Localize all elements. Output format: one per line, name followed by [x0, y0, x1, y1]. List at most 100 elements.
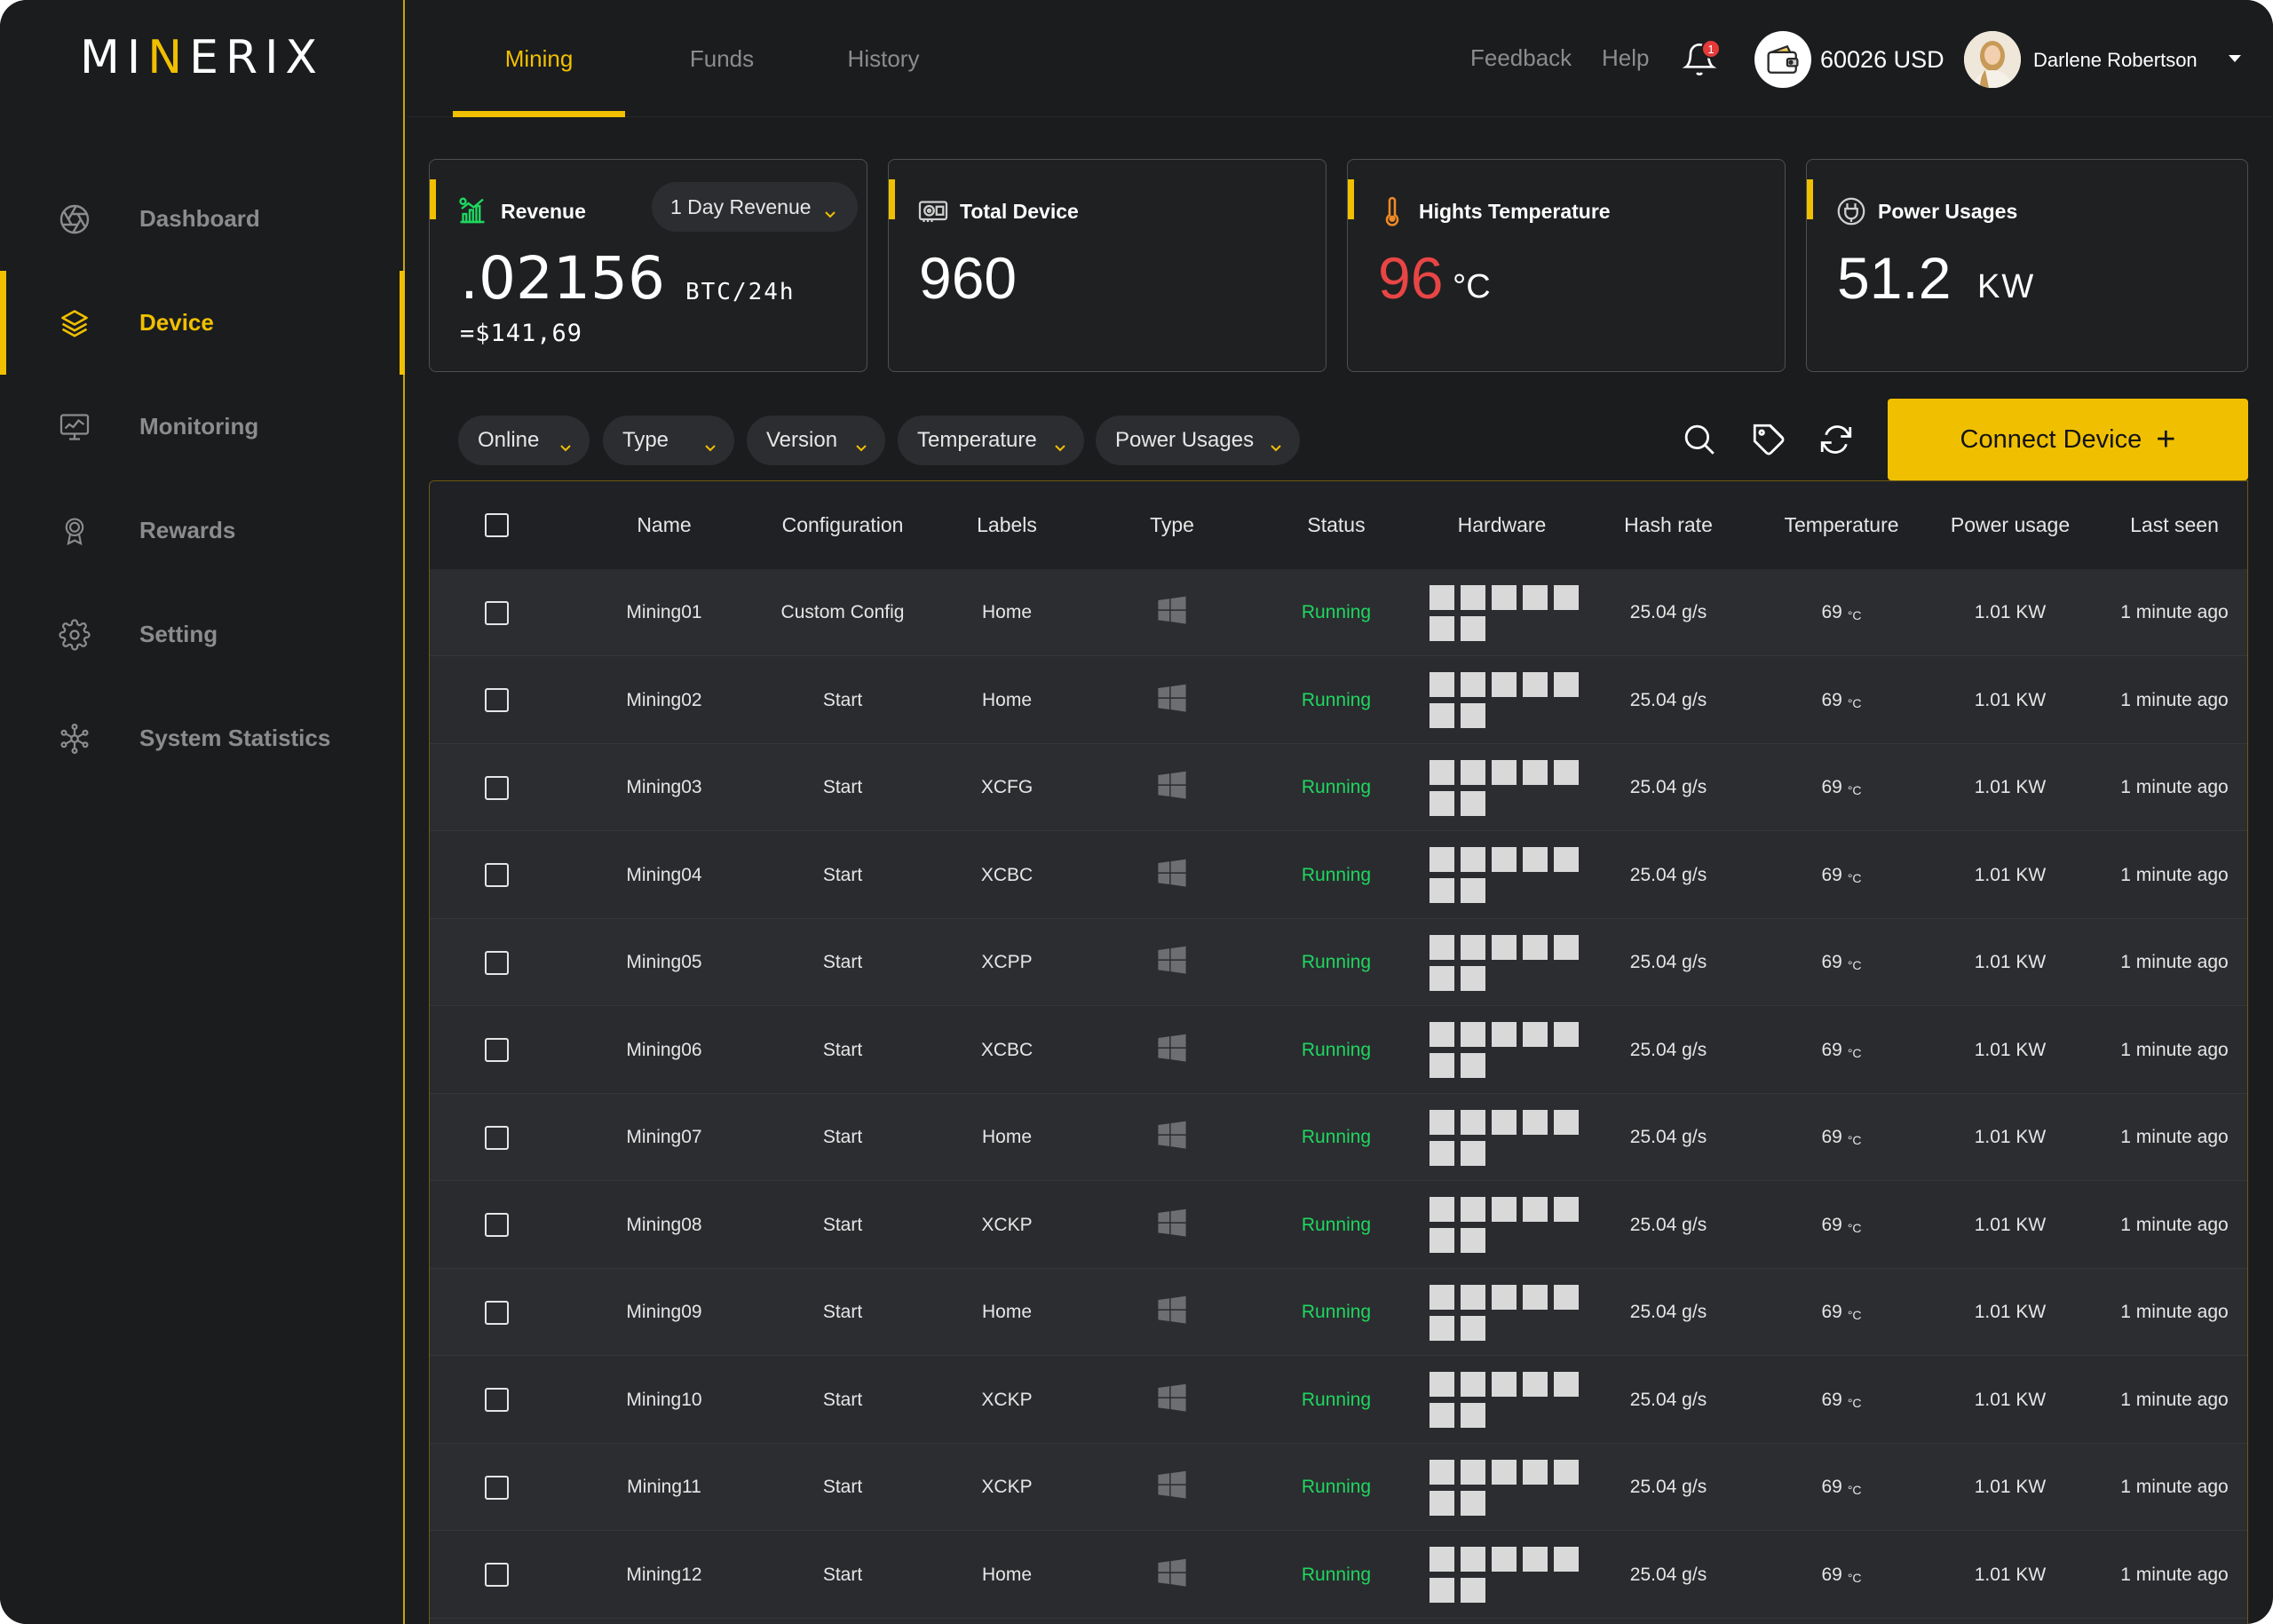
type-cell — [1105, 1094, 1239, 1181]
column-header[interactable]: Hardware — [1415, 481, 1588, 569]
last-cell: 1 minute ago — [2120, 1564, 2229, 1585]
column-header[interactable]: Type — [1105, 481, 1239, 569]
filter-power-usages[interactable]: Power Usages — [1096, 416, 1300, 465]
hardware-slot — [1523, 1109, 1548, 1135]
row-checkbox[interactable] — [484, 1038, 509, 1062]
row-checkbox[interactable] — [484, 950, 509, 975]
dropdown-label: 1 Day Revenue — [670, 194, 812, 218]
config-cell: Start — [822, 1127, 863, 1147]
filter-type[interactable]: Type — [603, 416, 734, 465]
table-row[interactable]: Mining06 Start XCBC Running 25.04 g/s 69 °C 1.0… — [430, 1006, 2247, 1094]
avatar[interactable] — [1964, 31, 2021, 88]
plus-icon: + — [2156, 421, 2176, 458]
temperature-value: 69 — [1821, 952, 1842, 972]
power-cell: 1.01 KW — [1974, 1039, 2047, 1060]
name-cell: Mining08 — [626, 1214, 702, 1235]
revenue-period-dropdown[interactable]: 1 Day Revenue — [652, 182, 858, 232]
table-row[interactable]: Mining11 Start XCKP Running 25.04 g/s 69 °C 1.0… — [430, 1444, 2247, 1531]
hardware-slot — [1461, 847, 1485, 872]
name-cell: Mining01 — [626, 602, 702, 622]
feedback-link[interactable]: Feedback — [1470, 44, 1572, 72]
temperature-unit: °C — [1847, 1133, 1862, 1147]
table-row[interactable]: Mining05 Start XCPP Running 25.04 g/s 69 °C 1.0… — [430, 919, 2247, 1006]
sidebar-item-setting[interactable]: Setting — [0, 582, 405, 686]
status-cell: Running — [1301, 602, 1372, 622]
select-cell — [430, 1444, 563, 1531]
power-cell: 1.01 KW — [1974, 864, 2047, 885]
row-checkbox[interactable] — [484, 1563, 509, 1587]
gpu-device-icon — [917, 195, 949, 227]
sidebar-item-dashboard[interactable]: Dashboard — [0, 167, 405, 271]
label-cell: XCPP — [981, 952, 1033, 972]
row-checkbox[interactable] — [484, 775, 509, 800]
column-header[interactable]: Hash rate — [1593, 481, 1744, 569]
column-header[interactable]: Labels — [940, 481, 1073, 569]
hardware-cell — [1430, 1532, 1589, 1619]
last-cell: 1 minute ago — [2120, 602, 2229, 622]
tab-funds[interactable]: Funds — [636, 0, 808, 117]
name-cell: Mining09 — [626, 1302, 702, 1322]
windows-icon — [1157, 1295, 1187, 1329]
revenue-unit: BTC/24h — [685, 279, 796, 305]
label-cell: XCKP — [981, 1214, 1033, 1235]
temperature-value: 69 — [1821, 1477, 1842, 1497]
notification-badge: 1 — [1701, 39, 1721, 59]
user-name[interactable]: Darlene Robertson — [2033, 49, 2198, 72]
row-checkbox[interactable] — [484, 1213, 509, 1237]
card-accent-bar — [430, 179, 436, 219]
type-cell — [1105, 569, 1239, 656]
connect-device-button[interactable]: Connect Device + — [1888, 399, 2248, 480]
sidebar-item-monitoring[interactable]: Monitoring — [0, 375, 405, 479]
row-checkbox[interactable] — [484, 600, 509, 625]
hardware-slot — [1523, 1197, 1548, 1222]
button-label: Connect Device — [1960, 424, 2142, 454]
wallet-icon[interactable] — [1754, 31, 1811, 88]
row-checkbox[interactable] — [484, 688, 509, 712]
column-header[interactable]: Last seen — [2099, 481, 2247, 569]
tab-mining[interactable]: Mining — [453, 0, 625, 117]
table-row[interactable]: Mining09 Start Home Running 25.04 g/s 69 °C 1.0… — [430, 1269, 2247, 1356]
row-checkbox[interactable] — [484, 1125, 509, 1150]
tab-history[interactable]: History — [797, 0, 970, 117]
sidebar-item-rewards[interactable]: Rewards — [0, 479, 405, 582]
table-row[interactable]: Mining12 Start Home Running 25.04 g/s 69 °C 1.0… — [430, 1531, 2247, 1619]
column-header[interactable]: Temperature — [1753, 481, 1930, 569]
hardware-slot — [1461, 703, 1485, 728]
hash-cell: 25.04 g/s — [1629, 1302, 1707, 1322]
row-checkbox[interactable] — [484, 1388, 509, 1412]
sidebar-item-label: System Statistics — [139, 725, 331, 751]
row-checkbox[interactable] — [484, 1300, 509, 1325]
chevron-down-icon[interactable] — [2229, 55, 2241, 62]
hardware-slots — [1430, 1372, 1579, 1428]
column-header[interactable]: Power usage — [1921, 481, 2099, 569]
hardware-slot — [1461, 1403, 1485, 1428]
table-row[interactable]: Mining08 Start XCKP Running 25.04 g/s 69 °C 1.0… — [430, 1181, 2247, 1269]
sidebar-item-device[interactable]: Device — [0, 271, 405, 375]
refresh-icon[interactable] — [1815, 418, 1857, 461]
temperature-cell: 69 °C — [1753, 1094, 1930, 1181]
table-row[interactable]: Mining01 Custom Config Home Running 25.04 g/… — [430, 569, 2247, 656]
temperature-value: 69 — [1821, 1302, 1842, 1322]
help-link[interactable]: Help — [1602, 44, 1649, 72]
hardware-slot — [1523, 1022, 1548, 1047]
column-header[interactable]: Status — [1270, 481, 1403, 569]
column-header[interactable]: Configuration — [758, 481, 927, 569]
filter-temperature[interactable]: Temperature — [898, 416, 1084, 465]
search-icon[interactable] — [1678, 418, 1721, 461]
table-row[interactable]: Mining02 Start Home Running 25.04 g/s 69 °C 1.0… — [430, 656, 2247, 744]
tag-icon[interactable] — [1747, 418, 1790, 461]
row-checkbox[interactable] — [484, 863, 509, 887]
filter-online[interactable]: Online — [458, 416, 590, 465]
select-all-checkbox[interactable] — [484, 513, 509, 537]
table-row[interactable]: Mining03 Start XCFG Running 25.04 g/s 69 °C 1.0… — [430, 744, 2247, 831]
table-row[interactable]: Mining04 Start XCBC Running 25.04 g/s 69 °C 1.0… — [430, 831, 2247, 919]
table-row[interactable]: Mining10 Start XCKP Running 25.04 g/s 69 °C 1.0… — [430, 1356, 2247, 1444]
column-header[interactable]: Name — [598, 481, 731, 569]
temperature-value: 69 — [1821, 1214, 1842, 1235]
table-row[interactable]: Mining07 Start Home Running 25.04 g/s 69 °C 1.0… — [430, 1094, 2247, 1181]
row-checkbox[interactable] — [484, 1475, 509, 1500]
sidebar-item-system-statistics[interactable]: System Statistics — [0, 686, 405, 790]
filter-version[interactable]: Version — [747, 416, 885, 465]
hardware-slots — [1430, 934, 1579, 991]
hardware-slot — [1461, 965, 1485, 991]
